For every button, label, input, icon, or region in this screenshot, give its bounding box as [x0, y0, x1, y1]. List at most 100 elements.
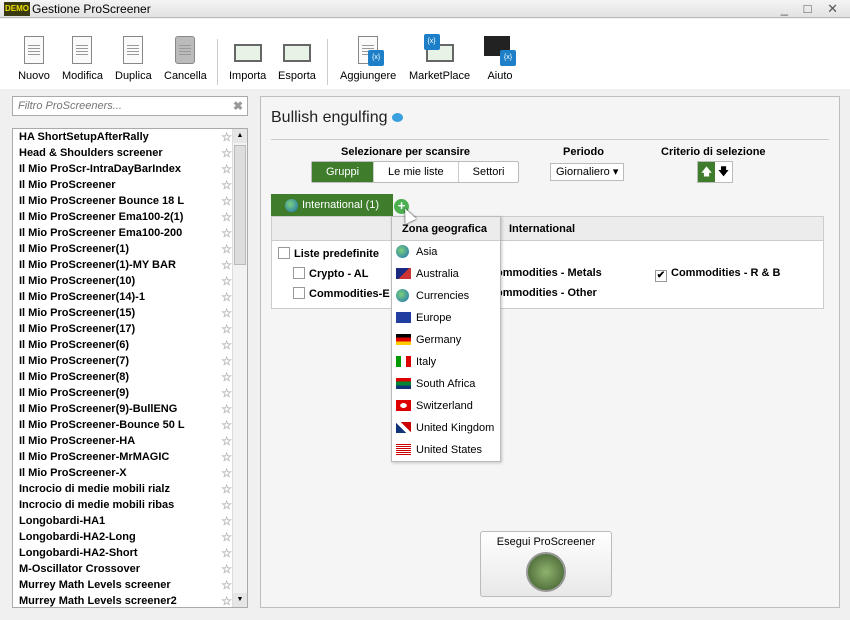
period-select[interactable]: Giornaliero ▾: [550, 163, 625, 181]
star-icon[interactable]: ☆: [221, 561, 232, 577]
list-item[interactable]: Il Mio ProScreener(9) ☆: [13, 385, 234, 401]
dropdown-item[interactable]: Asia: [392, 241, 500, 263]
list-item[interactable]: Head & Shoulders screener ☆: [13, 145, 234, 161]
star-icon[interactable]: ☆: [221, 497, 232, 513]
dropdown-item[interactable]: Italy: [392, 351, 500, 373]
dropdown-item[interactable]: Germany: [392, 329, 500, 351]
list-item[interactable]: Il Mio ProScreener(17) ☆: [13, 321, 234, 337]
dropdown-item[interactable]: Europe: [392, 307, 500, 329]
list-item[interactable]: Il Mio ProScreener(14)-1 ☆: [13, 289, 234, 305]
list-item[interactable]: Incrocio di medie mobili rialz ☆: [13, 481, 234, 497]
star-icon[interactable]: ☆: [221, 369, 232, 385]
star-icon[interactable]: ☆: [221, 209, 232, 225]
list-item[interactable]: Il Mio ProScreener(10) ☆: [13, 273, 234, 289]
list-item[interactable]: Il Mio ProScreener(6) ☆: [13, 337, 234, 353]
filter-field[interactable]: ✖: [12, 96, 248, 116]
aiuto-button[interactable]: {x} Aiuto: [484, 34, 516, 82]
list-item[interactable]: Il Mio ProScreener Bounce 18 L ☆: [13, 193, 234, 209]
star-icon[interactable]: ☆: [221, 401, 232, 417]
list-item[interactable]: Longobardi-HA2-Long ☆: [13, 529, 234, 545]
star-icon[interactable]: ☆: [221, 337, 232, 353]
star-icon[interactable]: ☆: [221, 449, 232, 465]
modifica-button[interactable]: Modifica: [62, 34, 103, 82]
list-item[interactable]: Il Mio ProScreener(1) ☆: [13, 241, 234, 257]
dropdown-item[interactable]: United States: [392, 439, 500, 461]
star-icon[interactable]: ☆: [221, 481, 232, 497]
star-icon[interactable]: ☆: [221, 433, 232, 449]
list-item[interactable]: Il Mio ProScreener-HA ☆: [13, 433, 234, 449]
star-icon[interactable]: ☆: [221, 241, 232, 257]
list-item[interactable]: Il Mio ProScreener ☆: [13, 177, 234, 193]
list-item[interactable]: Longobardi-HA2-Short ☆: [13, 545, 234, 561]
star-icon[interactable]: ☆: [221, 193, 232, 209]
list-item[interactable]: Il Mio ProScr-IntraDayBarIndex ☆: [13, 161, 234, 177]
list-item[interactable]: Longobardi-HA1 ☆: [13, 513, 234, 529]
scroll-thumb[interactable]: [234, 145, 246, 265]
dropdown-item[interactable]: Switzerland: [392, 395, 500, 417]
nuovo-button[interactable]: Nuovo: [18, 34, 50, 82]
list-item[interactable]: Il Mio ProScreener Ema100-2(1) ☆: [13, 209, 234, 225]
list-item[interactable]: Il Mio ProScreener(1)-MY BAR ☆: [13, 257, 234, 273]
duplica-button[interactable]: Duplica: [115, 34, 152, 82]
checkbox-commodities-metals[interactable]: ommodities - Metals: [496, 267, 602, 279]
comment-icon[interactable]: [391, 113, 403, 122]
arrow-down-icon[interactable]: 🡇: [715, 162, 732, 182]
arrow-up-icon[interactable]: 🡅: [698, 162, 715, 182]
star-icon[interactable]: ☆: [221, 353, 232, 369]
run-proscreener-button[interactable]: Esegui ProScreener: [480, 531, 612, 597]
star-icon[interactable]: ☆: [221, 145, 232, 161]
checkbox-commodities-rb[interactable]: ✔ Commodities - R & B: [655, 267, 780, 282]
importa-button[interactable]: Importa: [229, 34, 266, 82]
star-icon[interactable]: ☆: [221, 161, 232, 177]
list-item[interactable]: Il Mio ProScreener-MrMAGIC ☆: [13, 449, 234, 465]
star-icon[interactable]: ☆: [221, 529, 232, 545]
star-icon[interactable]: ☆: [221, 417, 232, 433]
tab-gruppi[interactable]: Gruppi: [312, 162, 375, 182]
star-icon[interactable]: ☆: [221, 257, 232, 273]
list-item[interactable]: Il Mio ProScreener Ema100-200 ☆: [13, 225, 234, 241]
list-item[interactable]: Il Mio ProScreener(8) ☆: [13, 369, 234, 385]
group-tab-international[interactable]: International (1): [271, 194, 393, 216]
marketplace-button[interactable]: {x} MarketPlace: [409, 34, 470, 82]
cancella-button[interactable]: Cancella: [164, 34, 207, 82]
star-icon[interactable]: ☆: [221, 321, 232, 337]
dropdown-item[interactable]: Currencies: [392, 285, 500, 307]
checkbox-liste-predefinite[interactable]: Liste predefinite: [278, 247, 379, 260]
list-item[interactable]: HA ShortSetupAfterRally ☆: [13, 129, 234, 145]
tab-le-mie-liste[interactable]: Le mie liste: [374, 162, 459, 182]
checkbox-crypto[interactable]: Crypto - AL: [293, 267, 368, 280]
checkbox-commodities-other[interactable]: ommodities - Other: [496, 287, 597, 299]
list-item[interactable]: Incrocio di medie mobili ribas ☆: [13, 497, 234, 513]
checkbox-commodities-e[interactable]: Commodities-E: [293, 287, 390, 300]
tab-settori[interactable]: Settori: [459, 162, 519, 182]
clear-icon[interactable]: ✖: [233, 99, 243, 113]
dropdown-item[interactable]: Australia: [392, 263, 500, 285]
scroll-up-icon[interactable]: ▲: [233, 129, 247, 143]
star-icon[interactable]: ☆: [221, 305, 232, 321]
esporta-button[interactable]: Esporta: [278, 34, 316, 82]
scroll-down-icon[interactable]: ▼: [233, 593, 247, 607]
star-icon[interactable]: ☆: [221, 465, 232, 481]
list-item[interactable]: Murrey Math Levels screener ☆: [13, 577, 234, 593]
scrollbar[interactable]: ▲ ▼: [232, 129, 247, 607]
aggiungere-button[interactable]: {x} Aggiungere: [340, 34, 396, 82]
list-item[interactable]: Il Mio ProScreener(9)-BullENG ☆: [13, 401, 234, 417]
list-item[interactable]: Il Mio ProScreener(7) ☆: [13, 353, 234, 369]
star-icon[interactable]: ☆: [221, 289, 232, 305]
star-icon[interactable]: ☆: [221, 177, 232, 193]
star-icon[interactable]: ☆: [221, 129, 232, 145]
dropdown-item[interactable]: South Africa: [392, 373, 500, 395]
star-icon[interactable]: ☆: [221, 545, 232, 561]
star-icon[interactable]: ☆: [221, 225, 232, 241]
star-icon[interactable]: ☆: [221, 385, 232, 401]
list-item[interactable]: Il Mio ProScreener-X ☆: [13, 465, 234, 481]
window-controls[interactable]: _ □ ✕: [781, 1, 844, 17]
list-item[interactable]: Il Mio ProScreener-Bounce 50 L ☆: [13, 417, 234, 433]
star-icon[interactable]: ☆: [221, 273, 232, 289]
filter-input[interactable]: [13, 97, 223, 115]
dropdown-item[interactable]: United Kingdom: [392, 417, 500, 439]
list-item[interactable]: Murrey Math Levels screener2 ☆: [13, 593, 234, 607]
star-icon[interactable]: ☆: [221, 513, 232, 529]
list-item[interactable]: M-Oscillator Crossover ☆: [13, 561, 234, 577]
list-item[interactable]: Il Mio ProScreener(15) ☆: [13, 305, 234, 321]
